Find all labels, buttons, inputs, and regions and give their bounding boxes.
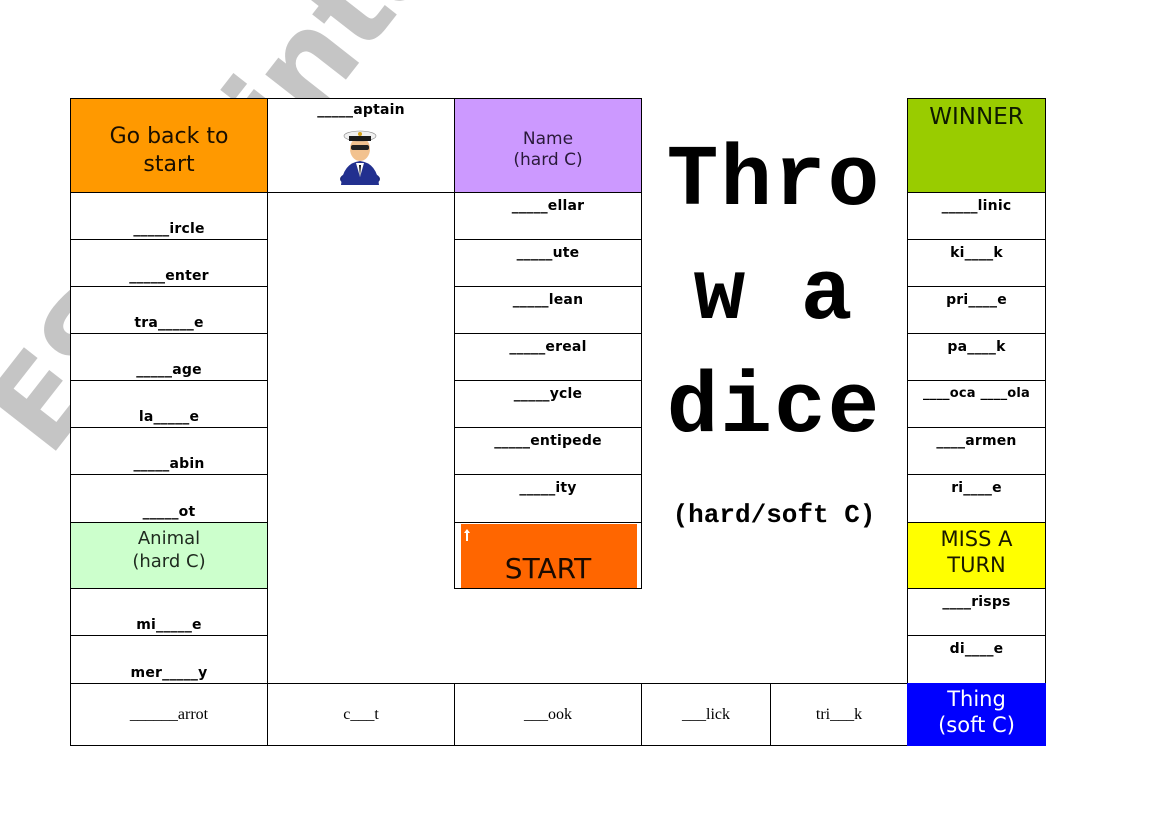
word-blank: tra_____e — [134, 315, 204, 331]
board-square: _____ity — [454, 474, 642, 523]
board-square: pri____e — [907, 286, 1046, 334]
animal-label: Animal (hard C) — [132, 528, 206, 572]
word-blank: _____ot — [142, 504, 196, 520]
square-captain: _____aptain — [267, 98, 455, 193]
board-square: mi_____e — [70, 588, 268, 636]
board-square: _____age — [70, 333, 268, 381]
square-start: START — [454, 522, 642, 589]
board-square: _____ellar — [454, 192, 642, 240]
word-blank: mer_____y — [130, 665, 208, 681]
game-title: Thro w a dice (hard/soft C) — [641, 120, 907, 540]
word-blank: tri___k — [815, 705, 863, 723]
board-square: tri___k — [770, 683, 908, 746]
board-edge-line — [267, 192, 268, 684]
word-blank: _____age — [136, 362, 202, 378]
winner-label: WINNER — [929, 104, 1024, 130]
board-square: mer_____y — [70, 635, 268, 684]
board-square: ____armen — [907, 427, 1046, 475]
word-blank: pri____e — [946, 292, 1007, 308]
board-square: la_____e — [70, 380, 268, 428]
word-blank: ki____k — [950, 245, 1003, 261]
word-blank: ri____e — [951, 480, 1002, 496]
word-blank: di____e — [949, 641, 1004, 657]
word-blank: _____entipede — [494, 433, 602, 449]
captain-icon — [340, 130, 380, 185]
word-blank: _____ereal — [509, 339, 587, 355]
board-square: _____ereal — [454, 333, 642, 381]
word-blank: _____ircle — [133, 221, 205, 237]
word-blank: ____armen — [936, 433, 1017, 449]
board-square: _____ircle — [70, 192, 268, 240]
word-blank: _____lean — [512, 292, 584, 308]
board-square: _____ute — [454, 239, 642, 287]
word-blank: ___ook — [524, 705, 572, 723]
board-square: di____e — [907, 635, 1046, 684]
go-back-label: Go back to start — [109, 124, 229, 177]
board-square: ____risps — [907, 588, 1046, 636]
square-miss-a-turn: MISS A TURN — [907, 522, 1046, 589]
board-square: ___lick — [641, 683, 771, 746]
word-blank: mi_____e — [136, 617, 202, 633]
word-blank: _____ellar — [511, 198, 585, 214]
word-blank: ___lick — [682, 705, 730, 723]
name-label: Name (hard C) — [513, 129, 583, 171]
board-square: ___ook — [454, 683, 642, 746]
square-name-hard-c: Name (hard C) — [454, 98, 642, 193]
word-blank: pa____k — [947, 339, 1006, 355]
word-blank: _____ity — [519, 480, 577, 496]
board-square: ki____k — [907, 239, 1046, 287]
board-square: c___t — [267, 683, 455, 746]
square-animal-hard-c: Animal (hard C) — [70, 522, 268, 589]
board-square: _____entipede — [454, 427, 642, 475]
square-winner: WINNER — [907, 98, 1046, 193]
title-line-1: Thro — [666, 132, 882, 230]
title-line-3: dice — [666, 359, 882, 457]
start-label: START — [504, 552, 592, 585]
board-square: _____abin — [70, 427, 268, 475]
square-go-back-to-start: Go back to start — [70, 98, 268, 193]
word-blank: _____ute — [516, 245, 580, 261]
title-line-2: w a — [693, 246, 855, 344]
board-square: _____lean — [454, 286, 642, 334]
word-blank: _____abin — [133, 456, 205, 472]
board-square: _____enter — [70, 239, 268, 287]
word-blank: ____risps — [942, 594, 1011, 610]
word-blank: c___t — [343, 705, 379, 723]
arrow-up-icon — [464, 529, 470, 541]
board-square: tra_____e — [70, 286, 268, 334]
board-square: ______arrot — [70, 683, 268, 746]
word-blank: la_____e — [138, 409, 200, 425]
word-blank: ______arrot — [129, 705, 209, 723]
word-blank: ____oca ____ola — [922, 386, 1031, 401]
board-square: pa____k — [907, 333, 1046, 381]
word-blank: _____ycle — [513, 386, 583, 402]
board-square: _____ycle — [454, 380, 642, 428]
word-blank: _____linic — [941, 198, 1012, 214]
word-blank: _____enter — [129, 268, 209, 284]
board-square: _____ot — [70, 474, 268, 523]
miss-turn-label: MISS A TURN — [940, 527, 1013, 578]
board-square: ____oca ____ola — [907, 380, 1046, 428]
square-thing-soft-c: Thing (soft C) — [907, 683, 1046, 746]
board-square: _____linic — [907, 192, 1046, 240]
word-blank: _____aptain — [317, 102, 405, 118]
thing-label: Thing (soft C) — [938, 687, 1015, 738]
subtitle: (hard/soft C) — [672, 500, 876, 530]
board-square: ri____e — [907, 474, 1046, 523]
